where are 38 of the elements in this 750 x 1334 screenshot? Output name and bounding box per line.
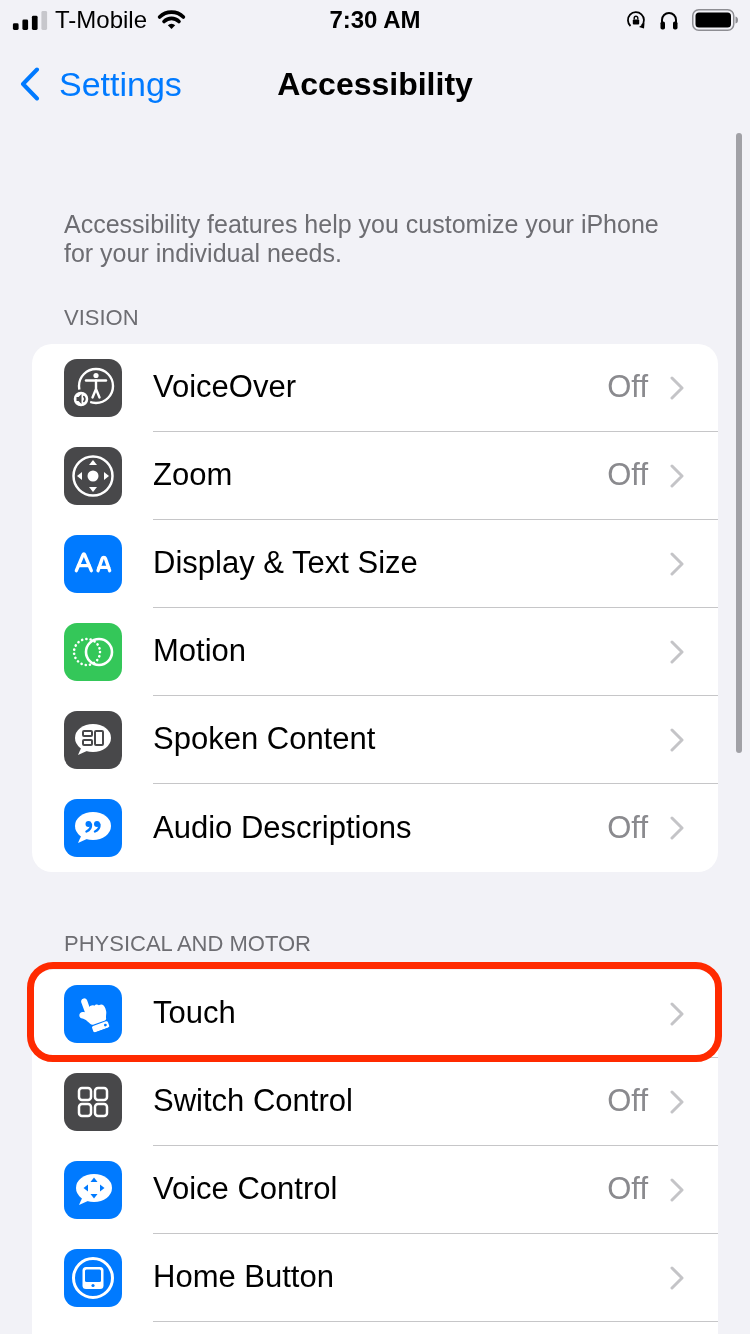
back-chevron-icon (20, 67, 40, 101)
settings-row[interactable]: Motion (32, 608, 718, 696)
settings-row[interactable]: Audio Descriptions Off (32, 784, 718, 872)
settings-row[interactable]: Voice Control Off (32, 1146, 718, 1234)
nav-title: Accessibility (277, 65, 473, 104)
chevron-icon (670, 816, 684, 840)
settings-row[interactable]: Display & Text Size (32, 520, 718, 608)
status-time: 7:30 AM (329, 5, 421, 35)
battery-icon (692, 9, 738, 31)
chevron-icon (670, 551, 684, 576)
row-value: Off (607, 368, 648, 407)
row-value: Off (607, 456, 648, 495)
section-header: PHYSICAL AND MOTOR (63, 930, 312, 958)
settings-row[interactable]: Home Button (32, 1234, 718, 1322)
chevron-icon (670, 1265, 684, 1290)
settings-row[interactable]: Spoken Content (32, 696, 718, 784)
back-button[interactable]: Settings (20, 58, 182, 110)
signal-icon (12, 10, 48, 30)
chevron-icon (670, 1089, 684, 1114)
chevron-icon (670, 375, 684, 400)
row-value: Off (607, 1170, 648, 1209)
chevron-icon (670, 1177, 684, 1202)
chevron-icon (670, 727, 684, 752)
rotation-lock-icon (626, 10, 646, 30)
row-value: Off (607, 808, 648, 847)
chevron-icon (670, 1001, 684, 1026)
wifi-icon (157, 9, 187, 31)
settings-row[interactable]: VoiceOver Off (32, 344, 718, 432)
headphones-icon (659, 10, 679, 30)
intro-text: Accessibility features help you customize your iPhone for your individual needs. (64, 210, 660, 268)
carrier-name: T-Mobile (55, 5, 148, 35)
settings-row[interactable]: Switch Control Off (32, 1058, 718, 1146)
settings-row[interactable]: Touch (32, 970, 718, 1058)
chevron-icon (670, 639, 684, 664)
settings-row[interactable]: Zoom Off (32, 432, 718, 520)
section-header: VISION (63, 304, 140, 332)
row-value: Off (607, 1082, 648, 1121)
chevron-icon (670, 463, 684, 488)
